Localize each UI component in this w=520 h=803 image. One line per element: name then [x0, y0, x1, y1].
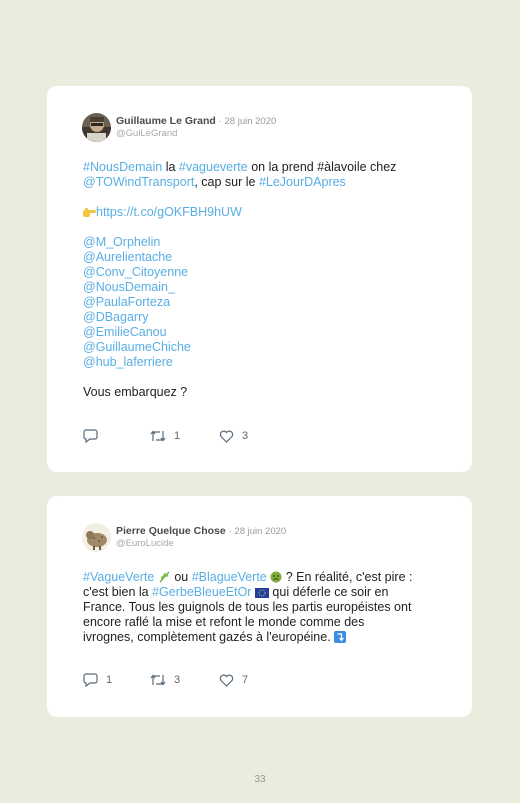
- author-name[interactable]: Pierre Quelque Chose: [116, 525, 226, 537]
- mention-link[interactable]: @NousDemain_: [83, 280, 443, 295]
- closing-line: Vous embarquez ?: [83, 385, 188, 399]
- mention-link[interactable]: @M_Orphelin: [83, 235, 443, 250]
- mention-link[interactable]: @PaulaForteza: [83, 295, 443, 310]
- mention-link[interactable]: @EmilieCanou: [83, 325, 443, 340]
- reply-button[interactable]: [83, 428, 98, 444]
- like-icon: [219, 674, 234, 687]
- page-number: 33: [254, 774, 266, 785]
- tweet-card: Guillaume Le Grand · 28 juin 2020 @GuiLe…: [47, 86, 472, 472]
- mention-link[interactable]: @TOWindTransport: [83, 175, 194, 189]
- hashtag-link[interactable]: #NousDemain: [83, 160, 162, 174]
- retweet-button[interactable]: 1: [150, 428, 180, 444]
- reply-icon: [83, 429, 98, 443]
- like-button[interactable]: 3: [219, 428, 248, 444]
- pointing-hand-icon: [83, 207, 96, 222]
- author-handle[interactable]: @GuiLeGrand: [116, 128, 177, 139]
- like-count: 7: [242, 674, 249, 686]
- url-link[interactable]: https://t.co/gOKFBH9hUW: [96, 205, 242, 219]
- mention-link[interactable]: @GuillaumeChiche: [83, 340, 443, 355]
- mention-link[interactable]: @hub_laferriere: [83, 355, 443, 370]
- retweet-icon: [150, 674, 166, 686]
- hashtag-link[interactable]: #GerbeBleueEtOr: [152, 585, 251, 599]
- retweet-icon: [150, 430, 166, 442]
- tweet-date[interactable]: · 28 juin 2020: [219, 116, 277, 127]
- mention-link[interactable]: @Aurelientache: [83, 250, 443, 265]
- hashtag-link[interactable]: #vagueverte: [179, 160, 248, 174]
- retweet-count: 3: [174, 674, 181, 686]
- reply-icon: [83, 673, 98, 687]
- hashtag-link[interactable]: #BlagueVerte: [192, 570, 267, 584]
- reply-button[interactable]: 1: [83, 672, 112, 688]
- avatar[interactable]: [82, 113, 111, 142]
- author-handle[interactable]: @EuroLucide: [116, 538, 174, 549]
- mention-link[interactable]: @DBagarry: [83, 310, 443, 325]
- tweet-date[interactable]: · 28 juin 2020: [229, 526, 287, 537]
- mention-link[interactable]: @Conv_Citoyenne: [83, 265, 443, 280]
- mention-list: @M_Orphelin @Aurelientache @Conv_Citoyenne…: [83, 235, 443, 370]
- retweet-count: 1: [174, 430, 181, 442]
- like-icon: [219, 430, 234, 443]
- like-count: 3: [242, 430, 249, 442]
- hashtag-link[interactable]: #VagueVerte: [83, 570, 154, 584]
- like-button[interactable]: 7: [219, 672, 248, 688]
- tweet-text: #VagueVerte ou #BlagueVerte ? En réalité…: [83, 570, 443, 645]
- hashtag-link[interactable]: #LeJourDApres: [259, 175, 346, 189]
- retweet-button[interactable]: 3: [150, 672, 180, 688]
- tweet-card: Pierre Quelque Chose · 28 juin 2020 @Eur…: [47, 496, 472, 717]
- author-name[interactable]: Guillaume Le Grand: [116, 115, 216, 127]
- tweet-text: #NousDemain la #vagueverte on la prend #…: [83, 160, 443, 400]
- arrow-down-icon: [334, 631, 347, 647]
- avatar[interactable]: [82, 523, 111, 552]
- reply-count: 1: [106, 674, 113, 686]
